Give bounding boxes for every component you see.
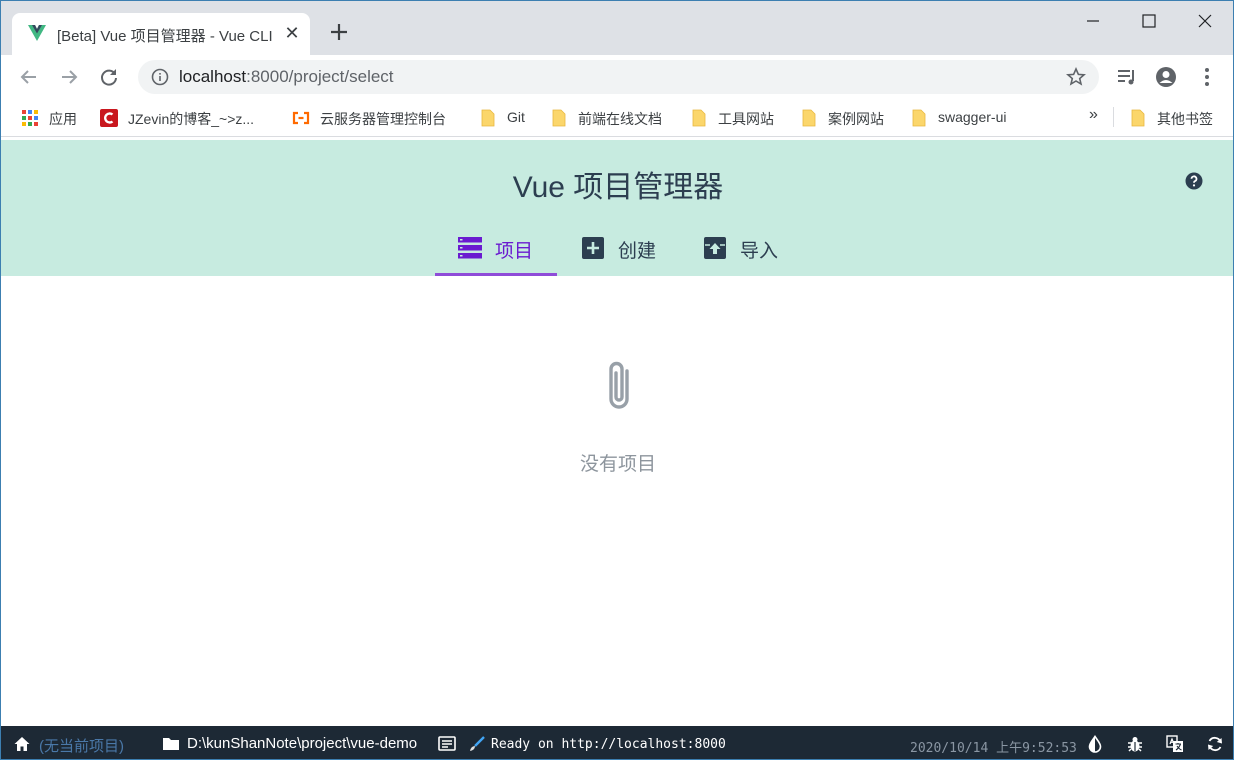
translate-icon[interactable]	[1166, 735, 1184, 753]
tab-create[interactable]: 创建	[581, 228, 671, 274]
bookmarks-overflow-button[interactable]: »	[1089, 106, 1098, 124]
bookmark-label: 应用	[49, 111, 77, 127]
bookmark-label: 其他书签	[1157, 111, 1213, 127]
folder-icon	[1131, 109, 1145, 127]
dark-mode-toggle-icon[interactable]	[1086, 735, 1104, 753]
csdn-icon	[100, 109, 118, 127]
bug-icon[interactable]	[1126, 735, 1144, 753]
reload-icon[interactable]	[98, 66, 120, 88]
bookmark-label: JZevin的博客_~>z...	[128, 111, 255, 127]
menu-kebab-icon[interactable]	[1196, 66, 1218, 88]
maximize-icon[interactable]	[1129, 9, 1169, 33]
new-tab-icon[interactable]	[328, 21, 350, 43]
active-tab-indicator	[435, 273, 557, 276]
plus-box-icon	[582, 237, 604, 259]
bookmark-label: swagger-ui	[938, 109, 1007, 125]
profile-avatar-icon[interactable]	[1155, 66, 1177, 88]
help-icon[interactable]	[1185, 172, 1203, 190]
status-datetime: 2020/10/14 上午9:52:53	[910, 741, 1077, 756]
folder-icon	[552, 109, 566, 127]
app-header: Vue 项目管理器 项目 创建 导入	[1, 140, 1233, 276]
apps-grid-icon	[22, 110, 38, 126]
tab-projects[interactable]: 项目	[458, 228, 548, 274]
import-icon	[704, 237, 726, 259]
vue-logo-icon	[28, 25, 46, 41]
info-icon[interactable]	[151, 68, 169, 86]
list-icon	[458, 237, 482, 259]
address-bar[interactable]: localhost:8000/project/select	[138, 60, 1099, 94]
tab-close-icon[interactable]: ✕	[283, 24, 301, 42]
aliyun-icon	[292, 111, 310, 125]
folder-icon	[912, 109, 926, 127]
minimize-icon[interactable]	[1073, 9, 1113, 33]
status-bar: (无当前项目) D:\kunShanNote\project\vue-demo …	[1, 726, 1233, 759]
url-host: localhost	[179, 67, 247, 86]
url-path: :8000/project/select	[246, 67, 394, 86]
folder-icon	[692, 109, 706, 127]
bookmark-label: 案例网站	[828, 111, 884, 127]
log-message[interactable]: Ready on http://localhost:8000	[491, 737, 726, 752]
browser-tab[interactable]: [Beta] Vue 项目管理器 - Vue CLI ✕	[12, 13, 310, 55]
tab-label: 创建	[618, 241, 657, 262]
bookmark-star-icon[interactable]	[1066, 67, 1086, 87]
bookmark-label: 云服务器管理控制台	[320, 111, 446, 127]
window-close-icon[interactable]	[1185, 9, 1225, 33]
folder-open-icon	[163, 738, 179, 750]
tab-label: 导入	[740, 241, 779, 262]
brush-icon	[470, 736, 485, 751]
paperclip-icon	[609, 361, 629, 409]
project-path[interactable]: D:\kunShanNote\project\vue-demo	[187, 735, 417, 752]
bookmarks-divider	[1113, 107, 1114, 127]
home-icon[interactable]	[13, 735, 31, 753]
empty-state-text: 没有项目	[579, 454, 656, 475]
folder-icon	[802, 109, 816, 127]
browser-toolbar: localhost:8000/project/select	[1, 55, 1233, 99]
page-title: Vue 项目管理器	[512, 171, 724, 204]
bookmark-label: Git	[507, 109, 525, 125]
refresh-icon[interactable]	[1206, 735, 1224, 753]
bookmarks-bar: 应用 JZevin的博客_~>z... 云服务器管理控制台 Git 前端在线文档	[1, 99, 1233, 137]
browser-window: [Beta] Vue 项目管理器 - Vue CLI ✕ localhost:8…	[0, 0, 1234, 760]
bookmark-label: 工具网站	[718, 111, 774, 127]
current-project-label[interactable]: (无当前项目)	[39, 735, 124, 756]
media-control-icon[interactable]	[1116, 66, 1138, 88]
tab-label: 项目	[495, 241, 534, 262]
tab-strip: [Beta] Vue 项目管理器 - Vue CLI ✕	[1, 1, 1233, 55]
url-text[interactable]: localhost:8000/project/select	[179, 67, 394, 87]
tab-title: [Beta] Vue 项目管理器 - Vue CLI	[57, 28, 273, 45]
forward-icon[interactable]	[58, 66, 80, 88]
console-log-icon[interactable]	[438, 735, 456, 753]
back-icon[interactable]	[18, 66, 40, 88]
folder-icon	[481, 109, 495, 127]
tab-import[interactable]: 导入	[703, 228, 793, 274]
bookmark-label: 前端在线文档	[578, 111, 662, 127]
